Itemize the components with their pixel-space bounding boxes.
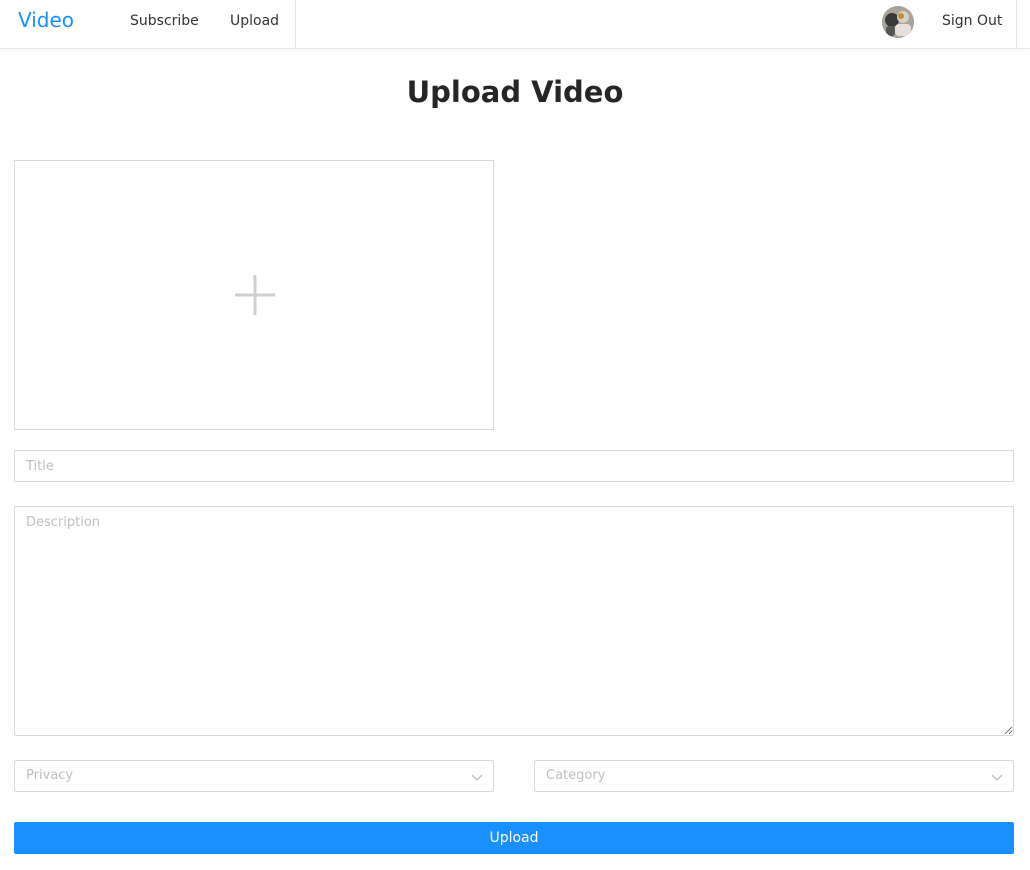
category-select-placeholder: Category: [546, 768, 606, 783]
nav-divider: [1016, 0, 1017, 48]
upload-submit-button[interactable]: Upload: [14, 822, 1014, 854]
privacy-select-placeholder: Privacy: [26, 768, 74, 783]
description-textarea[interactable]: [14, 506, 1014, 736]
chevron-down-icon: [991, 774, 1003, 781]
chevron-down-icon: [471, 774, 483, 781]
category-select[interactable]: Category: [534, 760, 1014, 792]
video-upload-dropzone[interactable]: [14, 160, 494, 430]
nav-subscribe-link[interactable]: Subscribe: [130, 13, 199, 29]
title-input[interactable]: [14, 450, 1014, 482]
plus-icon: [235, 275, 275, 315]
nav-divider: [295, 0, 296, 48]
avatar[interactable]: [882, 6, 914, 38]
top-navbar: Video Subscribe Upload Sign Out: [0, 0, 1030, 49]
logo-link[interactable]: Video: [18, 8, 74, 32]
avatar-image: [882, 6, 914, 38]
privacy-select[interactable]: Privacy: [14, 760, 494, 792]
nav-upload-link[interactable]: Upload: [230, 13, 279, 29]
sign-out-link[interactable]: Sign Out: [942, 13, 1002, 29]
page-title: Upload Video: [406, 75, 624, 109]
